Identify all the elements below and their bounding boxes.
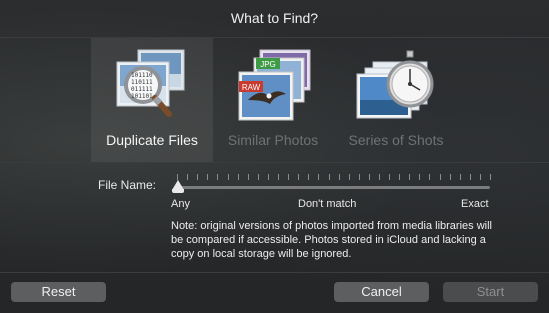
middle-divider <box>0 162 549 163</box>
cancel-button[interactable]: Cancel <box>334 282 429 302</box>
file-name-label: File Name: <box>98 178 157 192</box>
file-name-slider-track[interactable] <box>177 186 490 189</box>
slider-tick <box>197 174 199 180</box>
scale-label-any: Any <box>171 198 190 210</box>
slider-tick <box>368 174 370 180</box>
scale-label-dont-match: Don't match <box>298 198 357 210</box>
slider-tick <box>288 174 290 180</box>
option-label: Duplicate Files <box>106 132 198 148</box>
slider-tick <box>237 174 239 180</box>
option-series-of-shots[interactable]: Series of Shots <box>335 38 457 162</box>
slider-tick <box>348 174 350 180</box>
scale-label-exact: Exact <box>461 198 489 210</box>
slider-tick <box>328 174 330 180</box>
slider-tick <box>409 174 411 180</box>
slider-tick <box>267 174 269 180</box>
slider-tick <box>358 174 360 180</box>
jpg-tag-text: JPG <box>260 60 276 69</box>
bottom-divider <box>0 272 549 273</box>
slider-tick <box>389 174 390 180</box>
slider-tick <box>459 174 461 180</box>
slider-tick <box>247 174 249 180</box>
slider-tick <box>419 174 421 180</box>
slider-tick <box>449 174 451 180</box>
slider-tick <box>308 174 310 180</box>
start-button[interactable]: Start <box>443 282 538 302</box>
slider-tick <box>217 174 219 180</box>
slider-tick <box>439 174 441 180</box>
option-duplicate-files[interactable]: 101110 110111 011111 101101 Duplicate Fi… <box>91 38 213 162</box>
option-similar-photos[interactable]: JPG RAW Similar Photos <box>212 38 334 162</box>
slider-tick <box>429 174 431 180</box>
binary-line-3: 011111 <box>131 86 153 93</box>
reset-button[interactable]: Reset <box>11 282 106 302</box>
similar-photos-icon: JPG RAW <box>238 49 311 121</box>
slider-tick <box>257 174 259 180</box>
option-label: Similar Photos <box>227 132 319 148</box>
duplicate-files-icon: 101110 110111 011111 101101 <box>116 49 185 117</box>
slider-ticks <box>177 174 491 182</box>
slider-tick <box>469 174 471 180</box>
binary-line-1: 101110 <box>131 72 153 79</box>
series-of-shots-icon <box>356 50 434 119</box>
slider-tick <box>318 174 320 180</box>
binary-line-2: 110111 <box>131 79 153 86</box>
dialog-title: What to Find? <box>230 10 319 26</box>
slider-tick <box>207 174 209 180</box>
slider-tick <box>479 174 481 180</box>
binary-line-4: 101101 <box>131 93 153 100</box>
slider-tick <box>187 174 189 180</box>
slider-tick <box>338 174 340 180</box>
option-label: Series of Shots <box>348 132 444 148</box>
slider-tick <box>378 174 380 180</box>
slider-tick <box>227 174 229 180</box>
slider-tick <box>399 174 401 180</box>
slider-thumb-base[interactable] <box>172 189 184 193</box>
find-dialog: What to Find? 101110 110111 011111 10110… <box>0 0 549 313</box>
slider-tick <box>298 174 300 180</box>
note-text: Note: original versions of photos import… <box>171 220 492 260</box>
raw-tag-text: RAW <box>242 83 261 92</box>
slider-tick <box>490 174 491 180</box>
slider-tick <box>278 174 279 180</box>
